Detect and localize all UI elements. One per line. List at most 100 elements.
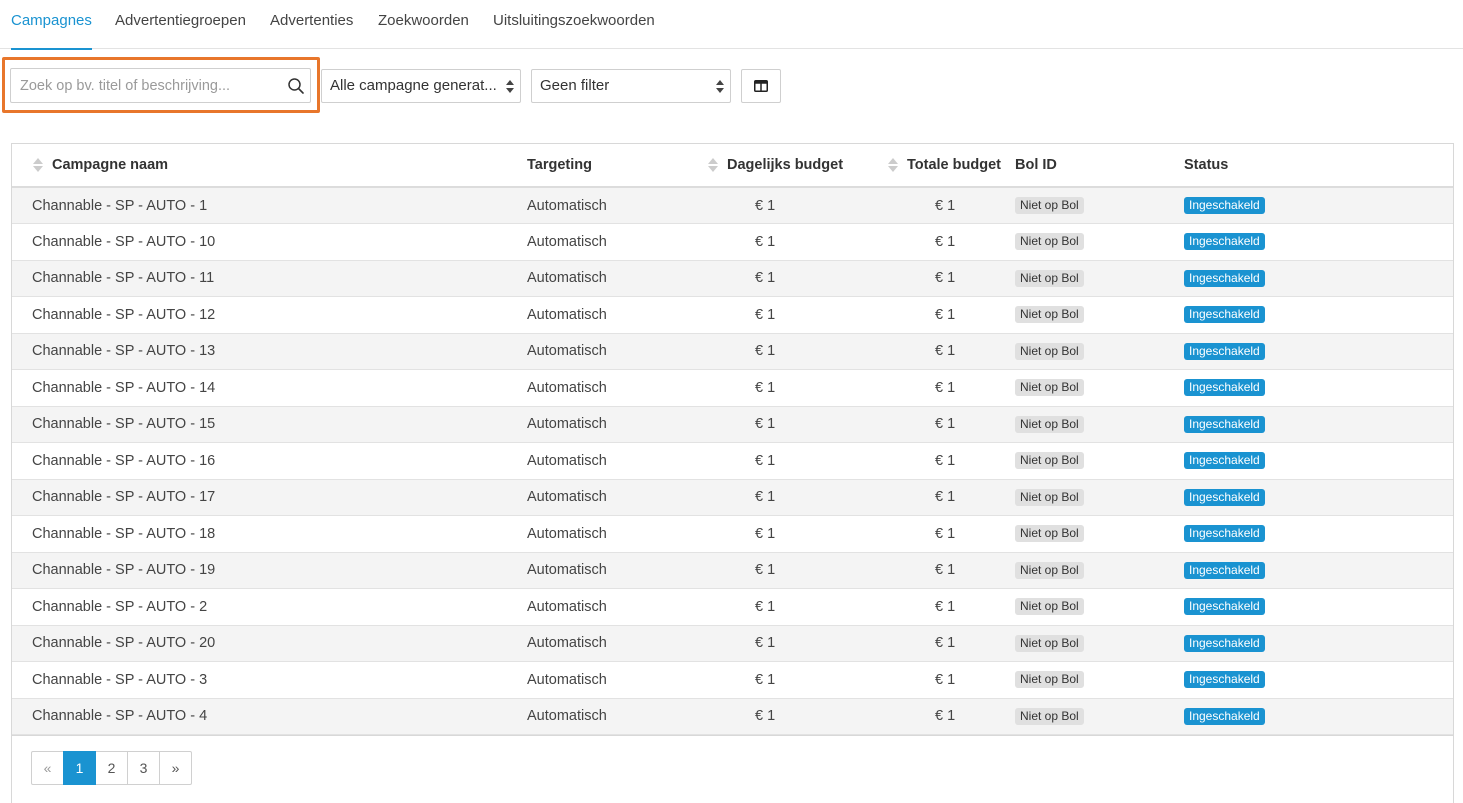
pagination-next[interactable]: » [159, 751, 192, 785]
table-row[interactable]: Channable - SP - AUTO - 18 Automatisch € 1… [12, 515, 1453, 553]
bol-badge: Niet op Bol [1015, 415, 1084, 433]
header-totale-budget[interactable]: Totale budget [887, 144, 1015, 188]
cell-targeting: Automatisch [527, 515, 707, 553]
status-badge: Ingeschakeld [1184, 342, 1265, 360]
table-row[interactable]: Channable - SP - AUTO - 3 Automatisch € 1 €… [12, 661, 1453, 699]
status-badge: Ingeschakeld [1184, 452, 1265, 470]
tab-campagnes[interactable]: Campagnes [11, 0, 92, 50]
cell-daily-budget: € 1 [707, 442, 887, 480]
cell-targeting-text: Automatisch [527, 525, 607, 542]
table-row[interactable]: Channable - SP - AUTO - 16 Automatisch € 1… [12, 442, 1453, 480]
cell-total-budget: € 1 [887, 296, 1015, 334]
table-row[interactable]: Channable - SP - AUTO - 12 Automatisch € 1… [12, 296, 1453, 334]
cell-total-budget: € 1 [887, 442, 1015, 480]
campaign-generator-select[interactable]: Alle campagne generat... [321, 69, 521, 103]
cell-status: Ingeschakeld [1184, 661, 1453, 699]
cell-campaign-name: Channable - SP - AUTO - 19 [32, 552, 527, 589]
cell-bol-id: Niet op Bol [1015, 187, 1184, 224]
status-badge: Ingeschakeld [1184, 671, 1265, 689]
status-badge: Ingeschakeld [1184, 197, 1265, 214]
tab-advertenties[interactable]: Advertenties [270, 0, 353, 49]
cell-spacer [12, 223, 32, 261]
cell-targeting: Automatisch [527, 661, 707, 699]
cell-campaign-name: Channable - SP - AUTO - 1 [32, 187, 527, 224]
search-input[interactable] [11, 69, 281, 102]
header-targeting: Targeting [527, 144, 707, 188]
table-row[interactable]: Channable - SP - AUTO - 15 Automatisch € 1… [12, 406, 1453, 443]
cell-targeting: Automatisch [527, 698, 707, 735]
search-icon[interactable] [287, 77, 305, 95]
cell-targeting: Automatisch [527, 552, 707, 589]
search-box [10, 68, 311, 103]
table-row[interactable]: Channable - SP - AUTO - 4 Automatisch € 1 €… [12, 698, 1453, 735]
cell-status: Ingeschakeld [1184, 442, 1453, 480]
table-row[interactable]: Channable - SP - AUTO - 11 Automatisch € 1… [12, 260, 1453, 297]
cell-targeting-text: Automatisch [527, 671, 607, 688]
table-row[interactable]: Channable - SP - AUTO - 10 Automatisch € 1… [12, 223, 1453, 261]
table-row[interactable]: Channable - SP - AUTO - 13 Automatisch € 1… [12, 333, 1453, 370]
cell-targeting-text: Automatisch [527, 708, 607, 725]
cell-spacer [12, 333, 32, 370]
table-body: Channable - SP - AUTO - 1 Automatisch € 1 €… [12, 187, 1453, 735]
cell-total-budget-text: € 1 [935, 525, 956, 542]
cell-total-budget-text: € 1 [935, 708, 956, 725]
header-dagelijks-budget[interactable]: Dagelijks budget [707, 144, 887, 188]
cell-status: Ingeschakeld [1184, 369, 1453, 407]
cell-daily-budget-text: € 1 [755, 270, 776, 287]
bol-badge: Niet op Bol [1015, 269, 1084, 287]
cell-total-budget-text: € 1 [935, 343, 956, 360]
table-row[interactable]: Channable - SP - AUTO - 20 Automatisch € 1… [12, 625, 1453, 662]
table-row[interactable]: Channable - SP - AUTO - 2 Automatisch € 1 €… [12, 588, 1453, 626]
cell-campaign-name-text: Channable - SP - AUTO - 18 [32, 525, 216, 542]
cell-targeting-text: Automatisch [527, 197, 607, 214]
tab-uitsluitingszoekwoorden[interactable]: Uitsluitingszoekwoorden [493, 0, 655, 49]
table-row[interactable]: Channable - SP - AUTO - 19 Automatisch € 1… [12, 552, 1453, 589]
pagination-prev[interactable]: « [31, 751, 64, 785]
cell-spacer [12, 406, 32, 443]
cell-total-budget-text: € 1 [935, 635, 956, 652]
tab-zoekwoorden[interactable]: Zoekwoorden [378, 0, 469, 49]
cell-targeting: Automatisch [527, 187, 707, 224]
header-campagne-naam[interactable]: Campagne naam [32, 144, 527, 188]
cell-daily-budget: € 1 [707, 625, 887, 662]
cell-bol-id: Niet op Bol [1015, 552, 1184, 589]
cell-spacer [12, 442, 32, 480]
cell-total-budget: € 1 [887, 552, 1015, 589]
cell-campaign-name: Channable - SP - AUTO - 20 [32, 625, 527, 662]
bol-badge: Niet op Bol [1015, 525, 1084, 543]
cell-targeting-text: Automatisch [527, 306, 607, 323]
cell-total-budget-text: € 1 [935, 562, 956, 579]
header-label: Bol ID [1015, 157, 1057, 173]
status-badge: Ingeschakeld [1184, 525, 1265, 543]
filter-select[interactable]: Geen filter [531, 69, 731, 103]
table-row[interactable]: Channable - SP - AUTO - 17 Automatisch € 1… [12, 479, 1453, 516]
cell-spacer [12, 625, 32, 662]
cell-campaign-name-text: Channable - SP - AUTO - 11 [32, 270, 215, 287]
cell-targeting: Automatisch [527, 260, 707, 297]
columns-toggle-button[interactable] [741, 69, 781, 103]
header-label: Campagne naam [52, 156, 169, 173]
cell-campaign-name: Channable - SP - AUTO - 14 [32, 369, 527, 407]
cell-targeting-text: Automatisch [527, 343, 607, 360]
cell-targeting: Automatisch [527, 479, 707, 516]
cell-campaign-name-text: Channable - SP - AUTO - 14 [32, 379, 216, 396]
cell-campaign-name: Channable - SP - AUTO - 10 [32, 223, 527, 261]
cell-campaign-name-text: Channable - SP - AUTO - 16 [32, 452, 216, 469]
table-row[interactable]: Channable - SP - AUTO - 1 Automatisch € 1 €… [12, 187, 1453, 224]
cell-daily-budget-text: € 1 [755, 635, 776, 652]
cell-daily-budget: € 1 [707, 223, 887, 261]
cell-daily-budget-text: € 1 [755, 525, 776, 542]
cell-campaign-name-text: Channable - SP - AUTO - 19 [32, 562, 216, 579]
cell-status: Ingeschakeld [1184, 552, 1453, 589]
header-status: Status [1184, 144, 1453, 188]
pagination-page-2[interactable]: 2 [95, 751, 128, 785]
pagination-page-3[interactable]: 3 [127, 751, 160, 785]
cell-targeting: Automatisch [527, 296, 707, 334]
cell-bol-id: Niet op Bol [1015, 223, 1184, 261]
table-row[interactable]: Channable - SP - AUTO - 14 Automatisch € 1… [12, 369, 1453, 407]
cell-daily-budget-text: € 1 [755, 708, 776, 725]
cell-targeting-text: Automatisch [527, 270, 607, 287]
pagination-page-1[interactable]: 1 [63, 751, 96, 785]
cell-status: Ingeschakeld [1184, 187, 1453, 224]
tab-advertentiegroepen[interactable]: Advertentiegroepen [115, 0, 246, 49]
